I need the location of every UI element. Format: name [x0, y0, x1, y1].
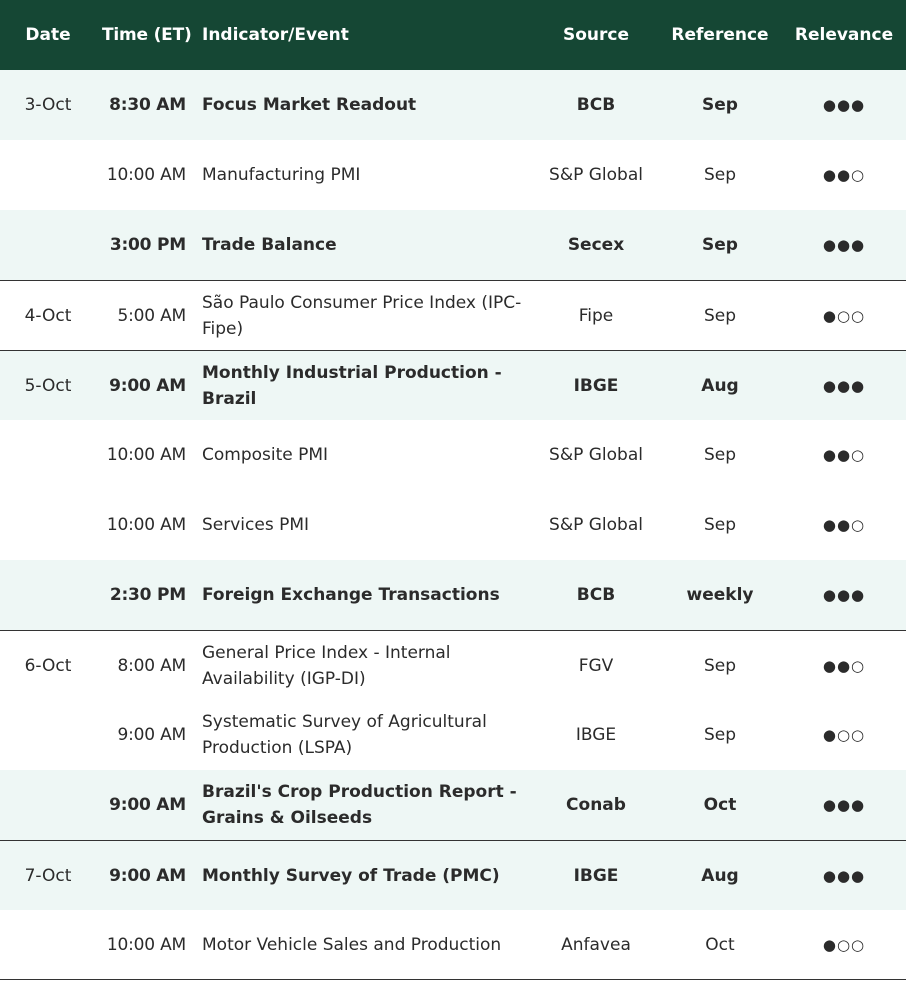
table-row: 9:00 AM Brazil's Crop Production Report …: [0, 770, 906, 840]
cell-indicator: São Paulo Consumer Price Index (IPC-Fipe…: [202, 292, 522, 339]
table-row: 4-Oct 5:00 AM São Paulo Consumer Price I…: [0, 280, 906, 350]
header-indicator: Indicator/Event: [202, 25, 349, 45]
header-date: Date: [25, 25, 71, 45]
cell-date: [0, 770, 96, 840]
relevance-dots-icon: ●●○: [822, 656, 866, 675]
relevance-dots-icon: ●●●: [822, 586, 866, 604]
cell-reference: Sep: [703, 655, 737, 676]
cell-source: Conab: [566, 795, 626, 815]
cell-date: 6-Oct: [24, 655, 72, 676]
relevance-dots-icon: ●●●: [822, 866, 866, 885]
cell-date: [0, 490, 96, 560]
cell-date: 5-Oct: [24, 375, 72, 396]
cell-reference: Sep: [702, 95, 738, 115]
cell-source: FGV: [578, 655, 614, 676]
relevance-dots-icon: ●○○: [822, 935, 866, 954]
cell-reference: Sep: [703, 445, 737, 465]
relevance-dots-icon: ●●●: [822, 376, 866, 395]
cell-time: 5:00 AM: [117, 305, 187, 326]
table-row: 10:00 AM Motor Vehicle Sales and Product…: [0, 910, 906, 980]
relevance-dots-icon: ●○○: [822, 726, 866, 744]
header-time: Time (ET): [102, 25, 192, 45]
cell-reference: Aug: [701, 865, 739, 886]
cell-time: 8:30 AM: [109, 95, 186, 115]
economic-calendar-table: Date Time (ET) Indicator/Event Source Re…: [0, 0, 906, 980]
cell-time: 8:00 AM: [117, 655, 187, 676]
cell-source: IBGE: [573, 375, 619, 396]
table-row: 10:00 AM Manufacturing PMI S&P Global Se…: [0, 140, 906, 210]
cell-source: IBGE: [575, 725, 617, 745]
cell-indicator: Motor Vehicle Sales and Production: [202, 934, 502, 955]
cell-time: 9:00 AM: [117, 725, 187, 745]
relevance-dots-icon: ●●○: [822, 446, 866, 464]
relevance-dots-icon: ●●●: [822, 96, 866, 114]
cell-source: IBGE: [573, 865, 619, 886]
relevance-dots-icon: ●●●: [822, 236, 866, 254]
cell-time: 2:30 PM: [109, 585, 186, 605]
cell-source: S&P Global: [549, 445, 643, 465]
cell-date: [0, 700, 96, 770]
cell-reference: Aug: [701, 375, 739, 396]
relevance-dots-icon: ●○○: [822, 306, 866, 325]
cell-reference: weekly: [686, 585, 754, 605]
cell-date: [0, 910, 96, 979]
table-row: 10:00 AM Services PMI S&P Global Sep ●●○: [0, 490, 906, 560]
cell-reference: Oct: [705, 934, 735, 955]
cell-date: [0, 210, 96, 280]
cell-indicator: Composite PMI: [202, 445, 329, 465]
table-header: Date Time (ET) Indicator/Event Source Re…: [0, 0, 906, 70]
cell-indicator: Services PMI: [202, 515, 310, 535]
header-reference: Reference: [671, 25, 769, 45]
cell-reference: Sep: [703, 515, 737, 535]
cell-date: 7-Oct: [24, 865, 72, 886]
cell-time: 10:00 AM: [106, 515, 186, 535]
cell-source: Anfavea: [561, 934, 631, 955]
cell-indicator: Trade Balance: [202, 235, 337, 255]
cell-date: [0, 140, 96, 210]
cell-reference: Oct: [703, 795, 737, 815]
cell-time: 9:00 AM: [109, 375, 186, 396]
table-row: 5-Oct 9:00 AM Monthly Industrial Product…: [0, 350, 906, 420]
cell-indicator: Focus Market Readout: [202, 95, 417, 115]
cell-time: 9:00 AM: [109, 865, 186, 886]
relevance-dots-icon: ●●○: [822, 166, 866, 184]
cell-time: 9:00 AM: [109, 795, 186, 815]
cell-date: [0, 420, 96, 490]
cell-reference: Sep: [703, 725, 737, 745]
cell-indicator: Monthly Industrial Production - Brazil: [202, 362, 502, 409]
cell-date: 4-Oct: [24, 305, 72, 326]
cell-source: BCB: [576, 585, 616, 605]
table-row: 3:00 PM Trade Balance Secex Sep ●●●: [0, 210, 906, 280]
table-row: 7-Oct 9:00 AM Monthly Survey of Trade (P…: [0, 840, 906, 910]
cell-source: S&P Global: [549, 515, 643, 535]
cell-reference: Sep: [703, 305, 737, 326]
table-row: 6-Oct 8:00 AM General Price Index - Inte…: [0, 630, 906, 700]
cell-indicator: Manufacturing PMI: [202, 165, 361, 185]
cell-indicator: Monthly Survey of Trade (PMC): [202, 865, 500, 886]
cell-time: 10:00 AM: [106, 445, 186, 465]
table-row: 3-Oct 8:30 AM Focus Market Readout BCB S…: [0, 70, 906, 140]
table-row: 9:00 AM Systematic Survey of Agricultura…: [0, 700, 906, 770]
relevance-dots-icon: ●●○: [822, 516, 866, 534]
cell-source: BCB: [576, 95, 616, 115]
cell-reference: Sep: [702, 235, 738, 255]
table-row: 10:00 AM Composite PMI S&P Global Sep ●●…: [0, 420, 906, 490]
cell-time: 10:00 AM: [106, 934, 186, 955]
cell-source: S&P Global: [549, 165, 643, 185]
cell-time: 3:00 PM: [109, 235, 186, 255]
cell-source: Fipe: [578, 305, 614, 326]
cell-time: 10:00 AM: [106, 165, 186, 185]
cell-indicator: Systematic Survey of Agricultural Produc…: [202, 712, 487, 758]
table-row: 2:30 PM Foreign Exchange Transactions BC…: [0, 560, 906, 630]
cell-reference: Sep: [703, 165, 737, 185]
cell-date: [0, 560, 96, 630]
cell-indicator: Brazil's Crop Production Report - Grains…: [202, 782, 517, 828]
relevance-dots-icon: ●●●: [822, 796, 866, 814]
cell-indicator: General Price Index - Internal Availabil…: [202, 642, 451, 689]
header-relevance: Relevance: [794, 25, 894, 45]
cell-indicator: Foreign Exchange Transactions: [202, 585, 500, 605]
cell-source: Secex: [567, 235, 625, 255]
header-source: Source: [562, 25, 630, 45]
cell-date: 3-Oct: [24, 95, 72, 115]
